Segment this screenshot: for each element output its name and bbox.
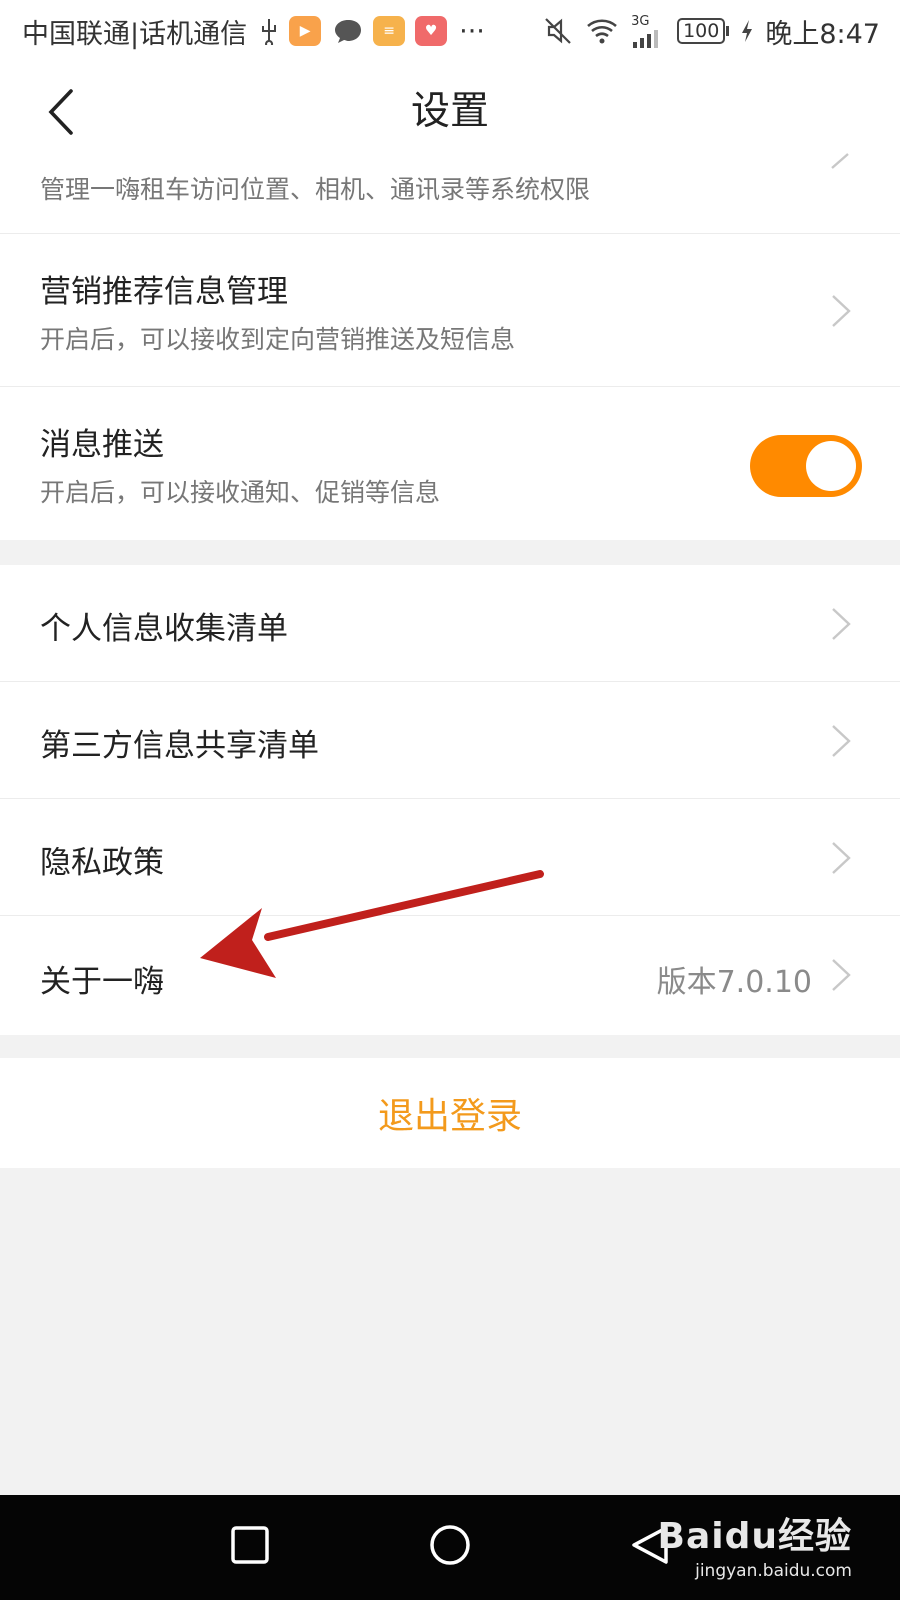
- system-navigation-bar: Baidu经验 jingyan.baidu.com: [0, 1495, 900, 1600]
- logout-section: 退出登录: [0, 1058, 900, 1168]
- baidu-watermark: Baidu经验 jingyan.baidu.com: [658, 1507, 852, 1581]
- row-about[interactable]: 关于一嗨 版本7.0.10: [0, 916, 900, 1035]
- status-left: 中国联通|话机通信 ▶ ≡ ♥ ···: [22, 12, 485, 51]
- more-notifications-label: ···: [459, 15, 485, 47]
- header-bar: 设置: [0, 62, 900, 162]
- battery-level: 100: [677, 18, 726, 44]
- status-bar: 中国联通|话机通信 ▶ ≡ ♥ ··· 3G 100 晚上8:47: [0, 0, 900, 62]
- chat-icon: [333, 18, 363, 44]
- third-party-sharing-label: 第三方信息共享清单: [40, 728, 319, 764]
- status-right: 3G 100 晚上8:47: [531, 12, 880, 51]
- chevron-right-icon: [832, 295, 851, 327]
- permissions-subtitle: 管理一嗨租车访问位置、相机、通讯录等系统权限: [40, 175, 591, 204]
- push-toggle[interactable]: [750, 435, 862, 497]
- home-icon[interactable]: [428, 1525, 472, 1569]
- row-personal-info-list[interactable]: 个人信息收集清单: [0, 565, 900, 682]
- mute-icon: [543, 16, 573, 46]
- row-privacy-policy[interactable]: 隐私政策: [0, 799, 900, 916]
- marketing-title: 营销推荐信息管理: [40, 274, 288, 310]
- recent-apps-icon[interactable]: [230, 1525, 270, 1565]
- battery-icon: 100: [677, 18, 730, 44]
- chevron-right-icon: [832, 608, 851, 640]
- carrier-label: 中国联通|话机通信: [22, 18, 248, 50]
- wifi-icon: [585, 17, 619, 45]
- logout-button[interactable]: 退出登录: [378, 1087, 522, 1139]
- page-title: 设置: [410, 89, 489, 134]
- row-system-permissions[interactable]: 管理一嗨租车访问位置、相机、通讯录等系统权限: [0, 153, 900, 234]
- video-app-icon: ▶: [289, 16, 322, 46]
- time-label: 晚上8:47: [765, 18, 880, 50]
- settings-group-notifications: 管理一嗨租车访问位置、相机、通讯录等系统权限 营销推荐信息管理 开启后，可以接收…: [0, 153, 900, 540]
- privacy-policy-label: 隐私政策: [40, 845, 164, 881]
- charging-icon: [741, 19, 753, 43]
- about-label: 关于一嗨: [40, 964, 164, 1000]
- app-version-value: 版本7.0.10: [656, 965, 812, 1000]
- push-title: 消息推送: [40, 427, 164, 463]
- row-third-party-sharing-list[interactable]: 第三方信息共享清单: [0, 682, 900, 799]
- huawei-app-icon: ♥: [415, 16, 448, 46]
- chevron-right-icon: [832, 842, 851, 874]
- chevron-right-icon: [832, 725, 851, 757]
- chevron-right-icon: [832, 959, 851, 991]
- settings-group-privacy: 个人信息收集清单 第三方信息共享清单 隐私政策 关于一嗨 版本7.0.10: [0, 565, 900, 1035]
- signal-icon: 3G: [631, 15, 665, 48]
- marketing-subtitle: 开启后，可以接收到定向营销推送及短信息: [40, 325, 516, 354]
- watermark-url: jingyan.baidu.com: [695, 1561, 852, 1581]
- note-app-icon: ≡: [373, 16, 406, 46]
- chevron-right-icon: [831, 153, 849, 169]
- personal-info-list-label: 个人信息收集清单: [40, 611, 288, 647]
- toggle-knob: [806, 441, 856, 491]
- network-type-label: 3G: [631, 13, 650, 29]
- usb-icon: [259, 17, 279, 45]
- row-message-push: 消息推送 开启后，可以接收通知、促销等信息: [0, 387, 900, 540]
- push-subtitle: 开启后，可以接收通知、促销等信息: [40, 478, 441, 507]
- row-marketing-management[interactable]: 营销推荐信息管理 开启后，可以接收到定向营销推送及短信息: [0, 234, 900, 387]
- watermark-brand: Baidu经验: [657, 1516, 852, 1557]
